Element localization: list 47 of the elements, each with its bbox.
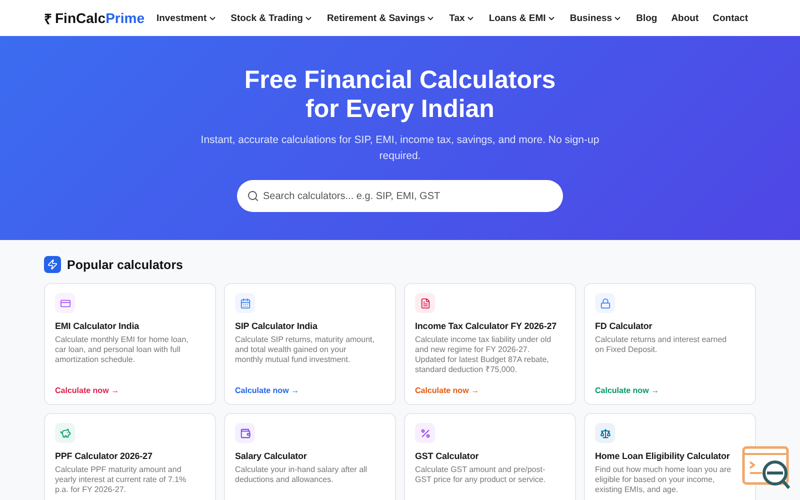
section-title: Popular calculators <box>67 258 184 272</box>
calculator-card[interactable]: Salary Calculator Calculate your in-hand salary after all deductions and allowances. <box>224 413 396 500</box>
lightning-icon <box>44 256 61 273</box>
calculator-card[interactable]: FD Calculator Calculate returns and interest earned on Fixed Deposit. Calculate now → <box>584 283 756 405</box>
nav-link[interactable]: Retirement & Savings <box>326 12 436 24</box>
calculator-card[interactable]: Income Tax Calculator FY 2026-27 Calculate income tax liability under old and new regime for FY 2026-27. Updated for latest Budget 87A rebate, standard deduction ₹75,000. Calculate now → <box>404 283 576 405</box>
card-title: PPF Calculator 2026-27 <box>55 451 154 461</box>
rupee-symbol[interactable]: ₹ <box>44 8 52 28</box>
search-field[interactable]: Search calculators... e.g. SIP, EMI, GST <box>237 180 563 212</box>
calculator-card[interactable]: EMI Calculator India Calculate monthly EMI for home loan, car loan, and personal loan with full amortization schedule. Calculate now → <box>44 283 216 405</box>
card-title: Income Tax Calculator FY 2026-27 <box>415 321 558 331</box>
card-title: FD Calculator <box>595 321 654 331</box>
card-description: Calculate PPF maturity amount and yearly interest at current rate of 7.1% p.a. for FY 2026-27. <box>55 465 188 495</box>
nav-link[interactable]: Stock & Trading <box>230 12 313 24</box>
hero-subtitle: Instant, accurate calculations for SIP, EMI, income tax, savings, and more. No sign-up required. <box>200 133 600 164</box>
calculator-card[interactable]: PPF Calculator 2026-27 Calculate PPF maturity amount and yearly interest at current rate of 7.1% p.a. for FY 2026-27. <box>44 413 216 500</box>
chat-widget-icon[interactable] <box>742 446 792 490</box>
nav-link[interactable]: Business <box>570 12 622 24</box>
calculate-link[interactable]: Calculate now → <box>595 386 745 395</box>
calculate-link[interactable]: Calculate now → <box>415 386 565 395</box>
search-icon <box>247 190 259 202</box>
logo-text[interactable]: FinCalc <box>55 10 106 26</box>
card-description: Calculate your in-hand salary after all deductions and allowances. <box>235 465 368 485</box>
nav-link[interactable]: Contact <box>712 12 748 24</box>
calculate-link[interactable]: Calculate now → <box>55 386 205 395</box>
calculator-card[interactable]: GST Calculator Calculate GST amount and pre/post-GST price for any product or service. <box>404 413 576 500</box>
card-title: GST Calculator <box>415 451 480 461</box>
card-description: Calculate SIP returns, maturity amount, and total wealth gained on your monthly mutual fund investment. <box>235 335 376 365</box>
calculate-link[interactable]: Calculate now → <box>235 386 385 395</box>
nav-link[interactable]: Investment <box>156 12 217 24</box>
nav-link[interactable]: Blog <box>636 12 658 24</box>
nav-link[interactable]: Loans & EMI <box>488 12 556 24</box>
card-title: Salary Calculator <box>235 451 308 461</box>
card-description: Calculate monthly EMI for home loan, car loan, and personal loan with full amortization schedule. <box>55 335 190 365</box>
card-title: EMI Calculator India <box>55 321 140 331</box>
logo-text[interactable]: Prime <box>106 10 144 26</box>
card-description: Calculate returns and interest earned on Fixed Deposit. <box>595 335 728 355</box>
card-description: Calculate income tax liability under old and new regime for FY 2026-27. Updated for latest Budget 87A rebate, standard deduction ₹75,000. <box>415 335 552 375</box>
card-description: Calculate GST amount and pre/post-GST price for any product or service. <box>415 465 547 485</box>
card-title: Home Loan Eligibility Calculator <box>595 451 731 461</box>
nav-link[interactable]: Tax <box>449 12 475 24</box>
nav-link[interactable]: About <box>671 12 699 24</box>
hero-title: Free Financial Calculators for Every Indian <box>244 66 556 124</box>
calculator-card[interactable]: Home Loan Eligibility Calculator Find out how much home loan you are eligible for based on your income, existing EMIs, and age. <box>584 413 756 500</box>
card-description: Find out how much home loan you are eligible for based on your income, existing EMIs, and age. <box>595 465 732 495</box>
card-title: SIP Calculator India <box>235 321 318 331</box>
calculator-card[interactable]: SIP Calculator India Calculate SIP returns, maturity amount, and total wealth gained on your monthly mutual fund investment. Calculate now → <box>224 283 396 405</box>
